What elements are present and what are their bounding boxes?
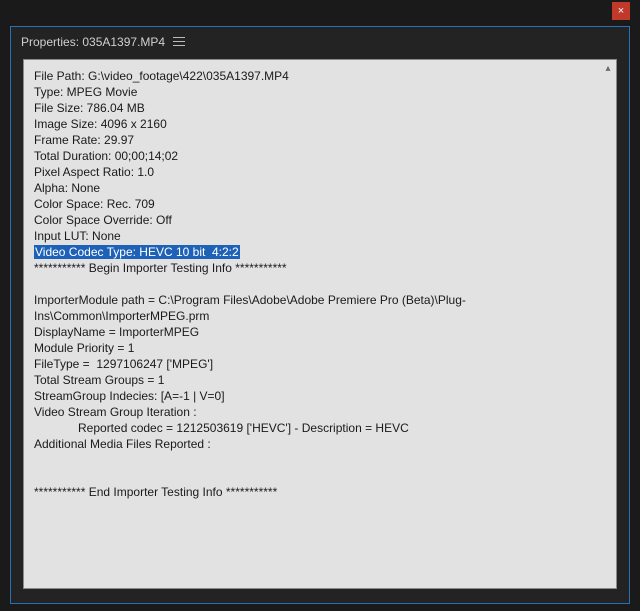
- property-line: Input LUT: None: [34, 229, 121, 243]
- properties-text: File Path: G:\video_footage\422\035A1397…: [24, 60, 600, 588]
- titlebar: ×: [0, 0, 640, 20]
- property-line: Frame Rate: 29.97: [34, 133, 134, 147]
- property-line: ImporterModule path = C:\Program Files\A…: [34, 293, 466, 323]
- property-line: Alpha: None: [34, 181, 100, 195]
- properties-panel: Properties: 035A1397.MP4 File Path: G:\v…: [10, 26, 630, 604]
- property-line: File Path: G:\video_footage\422\035A1397…: [34, 69, 289, 83]
- property-line: Reported codec = 1212503619 ['HEVC'] - D…: [34, 421, 409, 435]
- property-line: Total Stream Groups = 1: [34, 373, 164, 387]
- panel-header: Properties: 035A1397.MP4: [13, 29, 627, 53]
- property-line: Total Duration: 00;00;14;02: [34, 149, 178, 163]
- property-line: Type: MPEG Movie: [34, 85, 137, 99]
- panel-menu-icon[interactable]: [173, 37, 185, 47]
- close-button[interactable]: ×: [612, 2, 630, 20]
- property-line: DisplayName = ImporterMPEG: [34, 325, 199, 339]
- property-line: *********** Begin Importer Testing Info …: [34, 261, 287, 275]
- property-line: Color Space: Rec. 709: [34, 197, 155, 211]
- property-line: Module Priority = 1: [34, 341, 134, 355]
- property-line: StreamGroup Indecies: [A=-1 | V=0]: [34, 389, 225, 403]
- property-line: Image Size: 4096 x 2160: [34, 117, 167, 131]
- property-line: FileType = 1297106247 ['MPEG']: [34, 357, 213, 371]
- highlight: Video Codec Type: HEVC 10 bit 4:2:2: [34, 245, 240, 259]
- scroll-up-icon[interactable]: ▴: [601, 62, 615, 76]
- property-line: File Size: 786.04 MB: [34, 101, 145, 115]
- property-line: Pixel Aspect Ratio: 1.0: [34, 165, 154, 179]
- property-line: Video Stream Group Iteration :: [34, 405, 197, 419]
- property-line-highlighted: Video Codec Type: HEVC 10 bit 4:2:2: [34, 245, 240, 259]
- property-line: *********** End Importer Testing Info **…: [34, 485, 277, 499]
- panel-title: Properties: 035A1397.MP4: [21, 35, 165, 49]
- scrollbar[interactable]: ▴: [600, 60, 616, 588]
- properties-text-area[interactable]: File Path: G:\video_footage\422\035A1397…: [23, 59, 617, 589]
- property-line: Color Space Override: Off: [34, 213, 172, 227]
- property-line: Additional Media Files Reported :: [34, 437, 211, 451]
